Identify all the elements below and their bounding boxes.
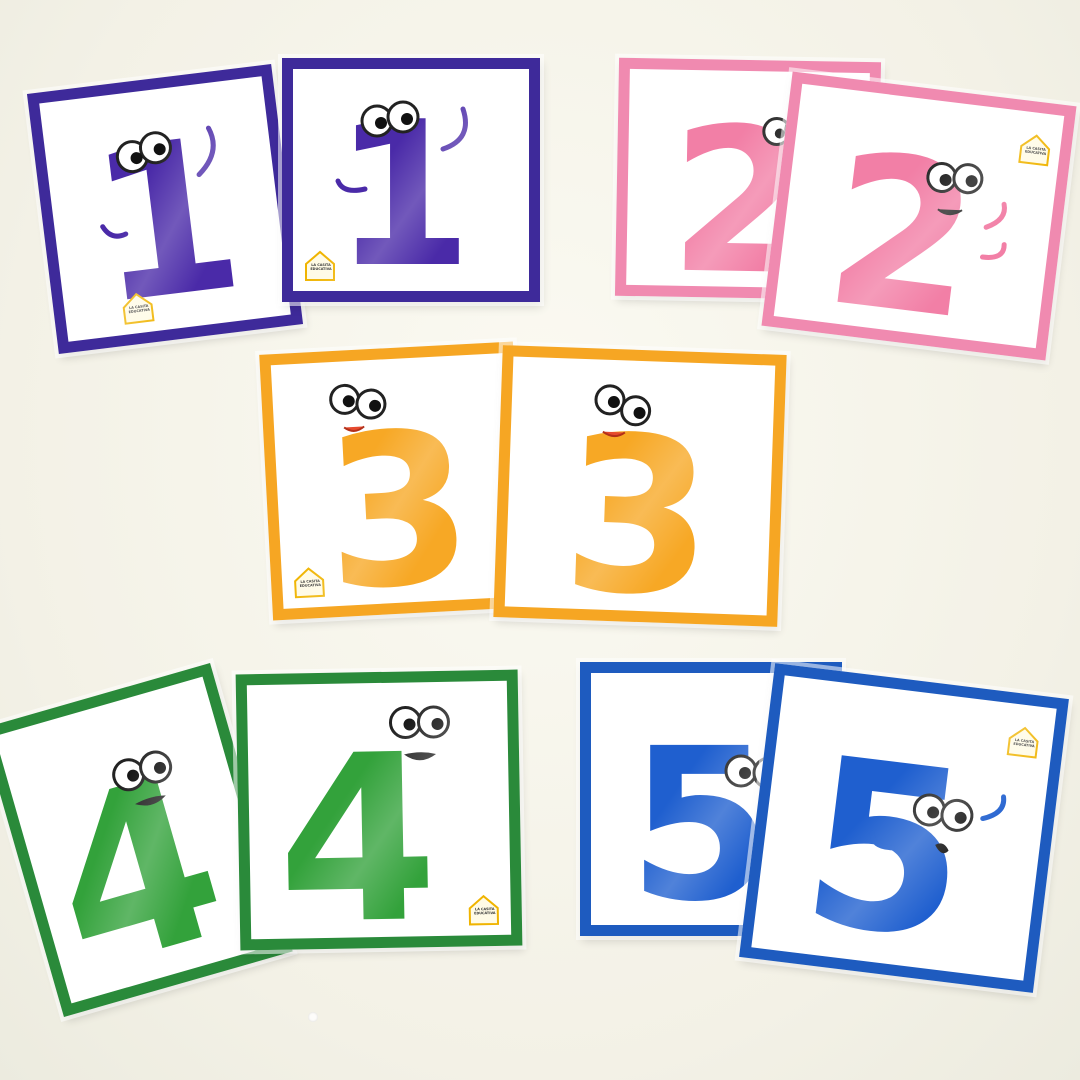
numeral-2: 2 bbox=[815, 106, 990, 348]
number-five-character-illustration: 5 bbox=[790, 708, 1007, 981]
numeral-4: 4 bbox=[275, 706, 440, 939]
number-card-one[interactable]: 1 LA CASITA EDUCATIVA bbox=[26, 63, 304, 355]
numeral-5: 5 bbox=[790, 708, 981, 980]
la-casita-educativa-logo: LA CASITA EDUCATIVA bbox=[1004, 723, 1042, 761]
number-one-character-illustration: 1 bbox=[79, 91, 254, 342]
logo-text: LA CASITA EDUCATIVA bbox=[474, 907, 496, 916]
la-casita-educativa-logo: LA CASITA EDUCATIVA bbox=[466, 893, 501, 928]
number-card-two[interactable]: 2 LA CASITA EDUCATIVA bbox=[761, 71, 1077, 361]
la-casita-educativa-logo: LA CASITA EDUCATIVA bbox=[119, 289, 157, 327]
number-two-character-illustration: 2 bbox=[815, 106, 1007, 348]
logo-text: LA CASITA EDUCATIVA bbox=[299, 578, 322, 588]
numeral-1: 1 bbox=[79, 91, 254, 342]
number-three-character-illustration: 3 bbox=[559, 384, 717, 615]
number-card-four[interactable]: 4 LA CASITA EDUCATIVA bbox=[235, 669, 523, 951]
pushpin-mark bbox=[308, 1012, 318, 1022]
logo-text: LA CASITA EDUCATIVA bbox=[310, 263, 332, 271]
la-casita-educativa-logo: LA CASITA EDUCATIVA bbox=[1016, 131, 1054, 169]
la-casita-educativa-logo: LA CASITA EDUCATIVA bbox=[303, 249, 337, 283]
number-card-three[interactable]: 3 bbox=[493, 345, 787, 627]
la-casita-educativa-logo: LA CASITA EDUCATIVA bbox=[291, 565, 327, 601]
number-card-one[interactable]: 1 LA CASITA EDUCATIVA bbox=[282, 58, 540, 302]
number-card-five[interactable]: 5 LA CASITA EDUCATIVA bbox=[739, 663, 1069, 993]
number-card-three[interactable]: 3 LA CASITA EDUCATIVA bbox=[259, 341, 527, 621]
numeral-3: 3 bbox=[319, 385, 478, 609]
